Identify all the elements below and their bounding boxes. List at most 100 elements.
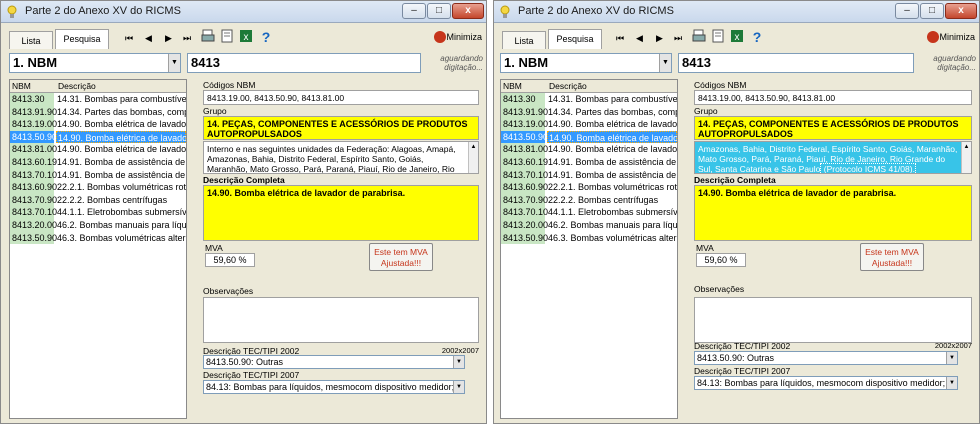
- ufs-field[interactable]: Amazonas, Bahia, Distrito Federal, Espír…: [694, 141, 972, 174]
- document-icon[interactable]: [220, 29, 234, 43]
- column-header-descricao[interactable]: Descrição: [58, 81, 96, 91]
- search-type-select[interactable]: 1. NBM ▼: [500, 53, 672, 73]
- observacoes-field[interactable]: [694, 297, 972, 343]
- chevron-down-icon[interactable]: ▼: [453, 381, 464, 393]
- table-row[interactable]: 8413.60.19 14.91. Bomba de assistência de…: [10, 155, 186, 169]
- chevron-down-icon[interactable]: ▼: [659, 54, 671, 72]
- cell-desc: 14.91. Bomba de assistência de direção: [57, 156, 186, 167]
- codigos-field[interactable]: 8413.19.00, 8413.50.90, 8413.81.00: [203, 90, 479, 105]
- tab-pesquisa[interactable]: Pesquisa: [55, 29, 109, 49]
- prev-record-button[interactable]: ◀: [145, 33, 152, 44]
- maximize-button[interactable]: □: [920, 3, 944, 19]
- table-row[interactable]: 8413.70.10 44.1.1. Eletrobombas submersív…: [10, 206, 186, 219]
- table-row[interactable]: 8413.81.00 14.90. Bomba elétrica de lavad…: [501, 143, 677, 156]
- help-icon[interactable]: ?: [750, 29, 764, 43]
- chevron-down-icon[interactable]: ▼: [168, 54, 180, 72]
- svg-text:?: ?: [753, 29, 762, 43]
- cell-desc: 22.2.2. Bombas centrífugas: [57, 194, 168, 205]
- title-bar[interactable]: Parte 2 do Anexo XV do RICMS – □ x: [494, 1, 979, 23]
- first-record-button[interactable]: ⏮: [616, 33, 624, 44]
- cell-desc: 14.90. Bomba elétrica de lavador de para…: [56, 130, 186, 144]
- table-row[interactable]: 8413.70.90 22.2.2. Bombas centrífugas: [10, 193, 186, 207]
- window-title: Parte 2 do Anexo XV do RICMS: [518, 5, 674, 17]
- document-icon[interactable]: [711, 29, 725, 43]
- grupo-field[interactable]: 14. PEÇAS, COMPONENTES E ACESSÓRIOS DE P…: [203, 116, 479, 140]
- table-row-selected[interactable]: 8413.50.90 14.90. Bomba elétrica de lavad…: [10, 130, 186, 144]
- table-row[interactable]: 8413.50.90 46.3. Bombas volumétricas alte…: [10, 231, 186, 245]
- table-row[interactable]: 8413.91.9014.34. Partes das bombas, comp…: [10, 105, 186, 119]
- table-row[interactable]: 8413.3014.31. Bombas para combustíveis, …: [10, 93, 186, 106]
- table-row[interactable]: 8413.50.90 46.3. Bombas volumétricas alte…: [501, 231, 677, 245]
- table-row[interactable]: 8413.60.90 22.2.1. Bombas volumétricas ro…: [10, 181, 186, 194]
- column-header-descricao[interactable]: Descrição: [549, 81, 587, 91]
- table-row[interactable]: 8413.3014.31. Bombas para combustíveis, …: [501, 93, 677, 106]
- chevron-down-icon[interactable]: ▼: [946, 377, 957, 389]
- table-row[interactable]: 8413.20.00 46.2. Bombas manuais para líqu…: [501, 218, 677, 232]
- scrollbar[interactable]: ▲: [961, 142, 971, 173]
- column-header-nbm[interactable]: NBM: [12, 81, 31, 91]
- results-table: NBM Descrição 8413.30 14.31. Bombas para …: [500, 79, 678, 419]
- codigos-field[interactable]: 8413.19.00, 8413.50.90, 8413.81.00: [694, 90, 972, 105]
- maximize-button[interactable]: □: [427, 3, 451, 19]
- tab-lista[interactable]: Lista: [9, 31, 53, 49]
- table-row[interactable]: 8413.70.10 14.91. Bomba de assistência de…: [501, 168, 677, 182]
- table-row[interactable]: 8413.70.10 44.1.1. Eletrobombas submersív…: [501, 206, 677, 219]
- table-row[interactable]: 8413.81.00 14.90. Bomba elétrica de lavad…: [10, 143, 186, 156]
- grupo-label: Grupo: [694, 106, 718, 116]
- next-record-button[interactable]: ▶: [656, 33, 663, 44]
- excel-icon[interactable]: x: [239, 29, 253, 43]
- tec2002-select[interactable]: 8413.50.90: Outras ▼: [203, 355, 465, 369]
- search-type-select[interactable]: 1. NBM ▼: [9, 53, 181, 73]
- column-header-nbm[interactable]: NBM: [503, 81, 522, 91]
- mva-field[interactable]: 59,60 %: [696, 253, 746, 267]
- help-icon[interactable]: ?: [259, 29, 273, 43]
- tec2007-select[interactable]: 84.13: Bombas para líquidos, mesmocom di…: [694, 376, 958, 390]
- descricao-field[interactable]: 14.90. Bomba elétrica de lavador de para…: [694, 185, 972, 241]
- table-header: NBM Descrição: [501, 80, 677, 93]
- next-record-button[interactable]: ▶: [165, 33, 172, 44]
- table-row[interactable]: 8413.60.90 22.2.1. Bombas volumétricas ro…: [501, 181, 677, 194]
- descricao-field[interactable]: 14.90. Bomba elétrica de lavador de para…: [203, 185, 479, 241]
- table-row-selected[interactable]: 8413.50.90 14.90. Bomba elétrica de lavad…: [501, 130, 677, 144]
- table-row[interactable]: 8413.60.19 14.91. Bomba de assistência de…: [501, 155, 677, 169]
- first-record-button[interactable]: ⏮: [125, 33, 133, 44]
- chevron-down-icon[interactable]: ▼: [453, 356, 464, 368]
- search-input[interactable]: 8413: [678, 53, 914, 73]
- last-record-button[interactable]: ⏭: [183, 33, 191, 44]
- minimiza-button[interactable]: Minimiza: [434, 29, 482, 45]
- mva-ajustada-button[interactable]: Este tem MVA Ajustada!!!: [860, 243, 924, 271]
- print-icon[interactable]: [201, 29, 215, 43]
- print-icon[interactable]: [692, 29, 706, 43]
- title-bar[interactable]: Parte 2 do Anexo XV do RICMS – □ x: [1, 1, 486, 23]
- minimize-button[interactable]: –: [895, 3, 919, 19]
- power-icon: [927, 31, 939, 43]
- tab-pesquisa[interactable]: Pesquisa: [548, 29, 602, 49]
- detail-panel: Códigos NBM 8413.19.00, 8413.50.90, 8413…: [688, 79, 972, 419]
- tec2007-select[interactable]: 84.13: Bombas para líquidos, mesmocom di…: [203, 380, 465, 394]
- table-row[interactable]: 8413.20.00 46.2. Bombas manuais para líqu…: [10, 218, 186, 232]
- last-record-button[interactable]: ⏭: [674, 33, 682, 44]
- ufs-field[interactable]: Interno e nas seguintes unidades da Fede…: [203, 141, 479, 174]
- observacoes-field[interactable]: [203, 297, 479, 343]
- excel-icon[interactable]: x: [730, 29, 744, 43]
- search-input[interactable]: 8413: [187, 53, 421, 73]
- table-row[interactable]: 8413.19.00 14.90. Bomba elétrica de lavad…: [501, 118, 677, 131]
- table-row[interactable]: 8413.70.10 14.91. Bomba de assistência de…: [10, 168, 186, 182]
- scrollbar[interactable]: ▲: [468, 142, 478, 173]
- table-row[interactable]: 8413.91.9014.34. Partes das bombas, comp…: [501, 105, 677, 119]
- grupo-field[interactable]: 14. PEÇAS, COMPONENTES E ACESSÓRIOS DE P…: [694, 116, 972, 140]
- prev-record-button[interactable]: ◀: [636, 33, 643, 44]
- table-row[interactable]: 8413.70.90 22.2.2. Bombas centrífugas: [501, 193, 677, 207]
- close-button[interactable]: x: [452, 3, 484, 19]
- tec2002-label: Descrição TEC/TIPI 2002: [694, 341, 791, 351]
- tab-lista[interactable]: Lista: [502, 31, 546, 49]
- minimiza-button[interactable]: Minimiza: [927, 29, 975, 45]
- mva-field[interactable]: 59,60 %: [205, 253, 255, 267]
- chevron-down-icon[interactable]: ▼: [946, 352, 957, 364]
- tec2002-select[interactable]: 8413.50.90: Outras ▼: [694, 351, 958, 365]
- mva-ajustada-button[interactable]: Este tem MVA Ajustada!!!: [369, 243, 433, 271]
- table-row[interactable]: 8413.19.00 14.90. Bomba elétrica de lavad…: [10, 118, 186, 131]
- minimize-button[interactable]: –: [402, 3, 426, 19]
- codigos-label: Códigos NBM: [694, 80, 747, 90]
- close-button[interactable]: x: [945, 3, 977, 19]
